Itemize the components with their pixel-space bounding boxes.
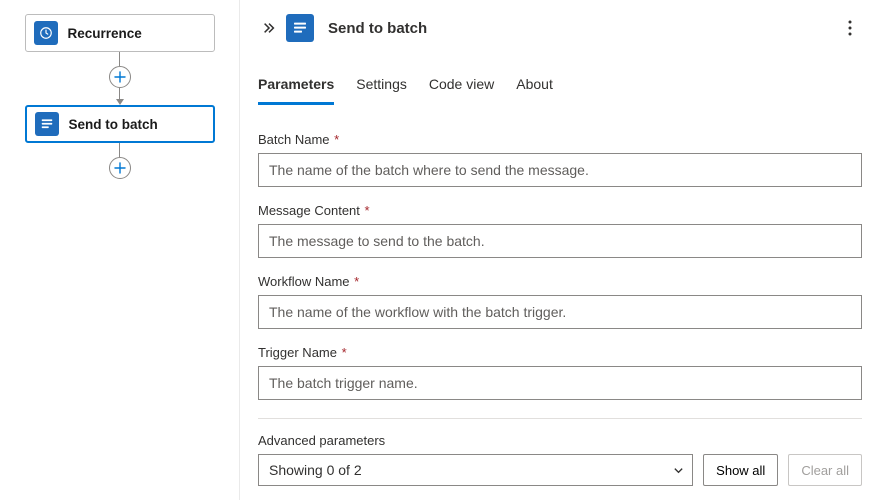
connector: [109, 52, 131, 105]
plus-icon: [114, 162, 126, 174]
field-batch-name: Batch Name *: [258, 132, 862, 187]
add-step-button[interactable]: [109, 157, 131, 179]
batch-icon: [286, 14, 314, 42]
advanced-row: Showing 0 of 2 Show all Clear all: [258, 454, 862, 486]
field-trigger-name: Trigger Name *: [258, 345, 862, 400]
chevron-double-right-icon: [262, 21, 276, 35]
field-label: Batch Name *: [258, 132, 862, 147]
field-label: Trigger Name *: [258, 345, 862, 360]
workflow-canvas: Recurrence Send to batch: [0, 0, 240, 500]
tab-settings[interactable]: Settings: [356, 76, 407, 105]
node-recurrence[interactable]: Recurrence: [25, 14, 215, 52]
field-message-content: Message Content *: [258, 203, 862, 258]
plus-icon: [114, 71, 126, 83]
more-button[interactable]: [838, 16, 862, 40]
divider: [258, 418, 862, 419]
select-value: Showing 0 of 2: [269, 462, 362, 478]
tabs: Parameters Settings Code view About: [258, 76, 862, 106]
show-all-button[interactable]: Show all: [703, 454, 778, 486]
panel-title: Send to batch: [328, 20, 838, 37]
clock-icon: [34, 21, 58, 45]
tab-parameters[interactable]: Parameters: [258, 76, 334, 105]
field-label: Workflow Name *: [258, 274, 862, 289]
field-label: Message Content *: [258, 203, 862, 218]
chevron-down-icon: [673, 465, 684, 476]
message-content-input[interactable]: [258, 224, 862, 258]
workflow-name-input[interactable]: [258, 295, 862, 329]
parameters-form: Batch Name * Message Content * Workflow …: [258, 132, 862, 486]
field-workflow-name: Workflow Name *: [258, 274, 862, 329]
node-send-to-batch[interactable]: Send to batch: [25, 105, 215, 143]
batch-icon: [35, 112, 59, 136]
collapse-button[interactable]: [258, 17, 280, 39]
tab-code-view[interactable]: Code view: [429, 76, 494, 105]
advanced-parameters-select[interactable]: Showing 0 of 2: [258, 454, 693, 486]
tab-about[interactable]: About: [516, 76, 553, 105]
connector-terminal: [109, 143, 131, 179]
more-vertical-icon: [848, 20, 852, 36]
add-step-button[interactable]: [109, 66, 131, 88]
node-label: Recurrence: [68, 26, 142, 41]
clear-all-button[interactable]: Clear all: [788, 454, 862, 486]
node-label: Send to batch: [69, 117, 158, 132]
advanced-parameters-label: Advanced parameters: [258, 433, 862, 448]
panel-header: Send to batch: [258, 14, 862, 42]
trigger-name-input[interactable]: [258, 366, 862, 400]
details-panel: Send to batch Parameters Settings Code v…: [240, 0, 880, 500]
batch-name-input[interactable]: [258, 153, 862, 187]
